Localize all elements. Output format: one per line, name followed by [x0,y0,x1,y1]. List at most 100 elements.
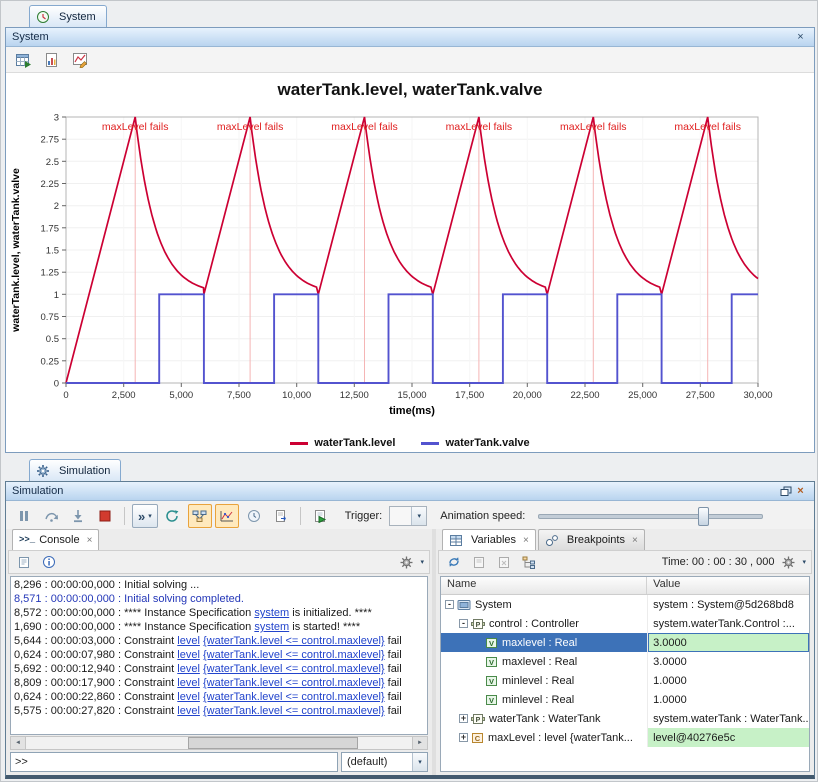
language-combobox[interactable]: (default) ▾ [341,752,428,772]
log-link[interactable]: level [177,635,200,647]
log-link[interactable]: {waterTank.level <= control.maxlevel} [203,691,385,703]
variable-name: minlevel : Real [502,694,574,706]
tab-breakpoints[interactable]: Breakpoints × [538,529,645,550]
chart-plot: 00.250.50.7511.251.51.7522.252.52.75302,… [6,103,814,433]
animation-toggle-button[interactable] [188,504,212,528]
pause-button[interactable] [12,504,36,528]
variable-row[interactable]: Vminlevel : Real1.0000 [441,690,809,709]
log-text: fail [385,705,402,717]
log-link[interactable]: {waterTank.level <= control.maxlevel} [203,635,385,647]
gear-icon[interactable] [396,552,416,572]
log-link[interactable]: level [177,649,200,661]
export-log-button[interactable] [269,504,293,528]
float-window-icon[interactable] [778,484,793,498]
log-link[interactable]: level [177,663,200,675]
export-variables-button[interactable] [469,552,489,572]
log-link[interactable]: {waterTank.level <= control.maxlevel} [203,649,385,661]
log-line: 0,624 : 00:00:22,860 : Constraint level … [14,690,424,704]
export-data-button[interactable] [12,48,35,71]
variable-row[interactable]: +PwaterTank : WaterTanksystem.waterTank … [441,709,809,728]
tab-simulation[interactable]: Simulation [29,459,121,481]
collapse-icon[interactable]: - [459,619,468,628]
validate-run-button[interactable] [308,504,332,528]
slider-thumb[interactable] [698,507,709,526]
variable-row[interactable]: - System system : System@5d268bd8 [441,595,809,614]
info-button[interactable] [39,552,59,572]
chevron-down-icon: ▾ [148,512,152,520]
console-log[interactable]: 8,296 : 00:00:00,000 : Initial solving .… [10,576,428,735]
clear-variables-button[interactable] [494,552,514,572]
step-over-button[interactable] [39,504,63,528]
log-link[interactable]: system [254,621,289,633]
close-icon[interactable]: × [87,535,93,546]
expand-icon[interactable]: + [459,733,468,742]
close-icon[interactable]: × [632,535,638,546]
scrollbar-thumb[interactable] [188,737,358,749]
svg-text:10,000: 10,000 [282,390,311,401]
expand-icon[interactable]: + [459,714,468,723]
tab-variables[interactable]: Variables × [442,529,536,550]
scroll-right-icon[interactable]: ► [412,737,427,749]
column-header-value[interactable]: Value [647,577,809,594]
charts-toggle-button[interactable] [215,504,239,528]
log-link[interactable]: level [177,705,200,717]
save-log-button[interactable] [14,552,34,572]
log-link[interactable]: {waterTank.level <= control.maxlevel} [203,663,385,675]
log-link[interactable]: system [254,607,289,619]
scrollbar-track[interactable] [26,737,412,749]
tab-console[interactable]: >>_ Console × [12,529,99,550]
log-link[interactable]: level [177,677,200,689]
refresh-button[interactable] [444,552,464,572]
variable-row[interactable]: +CmaxLevel : level {waterTank...level@40… [441,728,809,747]
variable-value-cell[interactable]: system : System@5d268bd8 [647,595,809,614]
variable-value-cell[interactable]: 1.0000 [647,671,809,690]
gear-icon[interactable] [778,552,798,572]
language-combobox-value: (default) [347,756,387,768]
stop-button[interactable] [93,504,117,528]
variable-value-cell[interactable]: level@40276e5c [647,728,809,747]
variables-tab-strip: Variables × Breakpoints × [438,529,812,550]
legend-label: waterTank.level [314,437,395,449]
close-icon[interactable]: × [793,484,808,498]
variable-row[interactable]: Vminlevel : Real1.0000 [441,671,809,690]
variable-row[interactable]: Vmaxlevel : Real3.0000 [441,633,809,652]
console-horizontal-scrollbar[interactable]: ◄ ► [10,736,428,750]
animation-speed-slider[interactable] [538,506,763,526]
variable-value-cell[interactable]: 3.0000 [647,652,809,671]
variable-name: System [475,599,512,611]
step-into-button[interactable] [66,504,90,528]
close-icon[interactable]: × [523,535,529,546]
report-button[interactable] [40,48,63,71]
svg-text:P: P [476,622,481,629]
run-fast-forward-button[interactable]: » ▾ [132,504,158,528]
scroll-left-icon[interactable]: ◄ [11,737,26,749]
log-link[interactable]: level [177,691,200,703]
reset-simulation-button[interactable] [161,504,185,528]
console-input[interactable]: >> [10,752,338,772]
variable-value-cell[interactable]: 3.0000 [647,633,809,652]
variable-value-cell[interactable]: system.waterTank : WaterTank... [647,709,809,728]
log-text: fail [385,663,402,675]
legend-item: waterTank.valve [421,437,529,449]
variable-name: waterTank : WaterTank [489,713,600,725]
chart-toolbar [6,47,814,73]
tab-system[interactable]: System [29,5,107,27]
expand-tree-button[interactable] [519,552,539,572]
value-icon: V [485,675,498,687]
svg-text:2: 2 [54,201,59,212]
variable-value-cell[interactable]: system.waterTank.Control :... [647,614,809,633]
variables-table: Name Value -Systemsystem : System@5d268b… [440,576,810,772]
column-header-name[interactable]: Name [441,577,647,594]
svg-text:maxLevel fails: maxLevel fails [217,121,284,133]
svg-text:maxLevel fails: maxLevel fails [102,121,169,133]
variable-row[interactable]: Vmaxlevel : Real3.0000 [441,652,809,671]
chart-options-button[interactable] [68,48,91,71]
collapse-icon[interactable]: - [445,600,454,609]
variable-row[interactable]: -Pcontrol : Controllersystem.waterTank.C… [441,614,809,633]
log-link[interactable]: {waterTank.level <= control.maxlevel} [203,705,385,717]
close-icon[interactable]: × [793,30,808,44]
log-link[interactable]: {waterTank.level <= control.maxlevel} [203,677,385,689]
trigger-combobox[interactable]: ▾ [389,506,427,526]
variable-value-cell[interactable]: 1.0000 [647,690,809,709]
clock-button[interactable] [242,504,266,528]
